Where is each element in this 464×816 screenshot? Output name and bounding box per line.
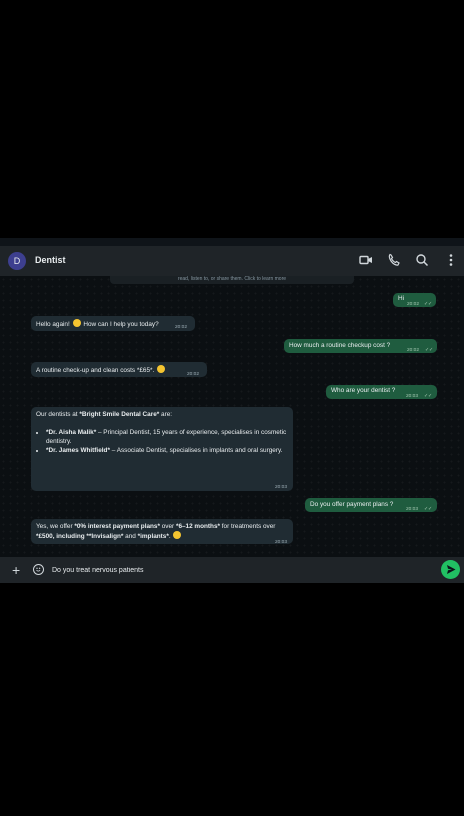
message-time: 20:02 [407,302,420,307]
message-time: 20:02 [187,372,200,377]
search-icon[interactable] [414,252,430,268]
avatar[interactable]: D [8,252,26,270]
chat-header: D Dentist [0,246,464,276]
message-text-part: Hello again! [36,321,70,328]
message-text-part: are: [159,411,173,418]
incoming-message[interactable]: A routine check-up and clean costs *£65*… [31,362,207,377]
encryption-notice[interactable]: read, listen to, or share them. Click to… [110,276,354,284]
phone-icon[interactable] [386,252,402,268]
message-time: 20:03 [406,394,419,399]
dentist-list: *Dr. Aisha Malik* – Principal Dentist, 1… [36,428,288,455]
attach-plus-icon[interactable]: + [12,563,20,577]
outgoing-message[interactable]: Do you offer payment plans ? 20:03 ✓✓ [305,498,437,512]
read-receipt-icon: ✓✓ [424,302,433,307]
message-time: 20:03 [406,507,419,512]
outgoing-message[interactable]: Hi 20:02 ✓✓ [393,293,436,307]
message-input[interactable] [52,563,422,577]
read-receipt-icon: ✓✓ [425,348,434,353]
smile-emoji-icon [72,319,81,327]
video-call-icon[interactable] [358,252,374,268]
message-list[interactable]: read, listen to, or share them. Click to… [0,276,464,557]
message-text: Our dentists at *Bright Smile Dental Car… [36,410,288,455]
message-text-part: over [159,523,176,530]
message-text-part: . [168,533,171,540]
smile-emoji-icon [157,365,166,373]
message-time: 20:02 [407,348,420,353]
message-text-bold: *0% interest payment plans* [74,523,160,530]
message-text: Who are your dentist ? [331,387,396,394]
message-text-part: How can I help you today? [83,321,159,328]
dentist-description: – Associate Dentist, specialises in impl… [109,447,283,454]
chat-app: D Dentist read, listen to, or share them… [0,238,464,583]
message-time: 20:03 [275,485,288,490]
outgoing-message[interactable]: Who are your dentist ? 20:03 ✓✓ [326,385,437,399]
message-text-part: for treatments over [220,523,276,530]
incoming-message[interactable]: Hello again! How can I help you today? 2… [31,316,195,331]
list-item: *Dr. James Whitfield* – Associate Dentis… [46,446,288,455]
message-composer: + [0,557,464,583]
message-text: How much a routine checkup cost ? [289,342,391,349]
emoji-picker-icon[interactable] [33,564,44,575]
message-text-bold: *Bright Smile Dental Care* [79,411,160,418]
contact-name[interactable]: Dentist [35,255,66,265]
smile-emoji-icon [173,531,182,539]
send-icon [447,565,456,574]
message-text-bold: *£500, including **Invisalign* [36,533,124,540]
more-options-icon[interactable] [443,252,459,268]
incoming-message[interactable]: Yes, we offer *0% interest payment plans… [31,519,293,545]
dentist-name: *Dr. James Whitfield* [46,447,110,454]
message-text: Hi [398,295,405,302]
list-item: *Dr. Aisha Malik* – Principal Dentist, 1… [46,428,288,446]
message-text: Hello again! How can I help you today? [36,319,159,329]
message-time: 20:03 [275,540,288,545]
message-text-part: Yes, we offer [36,523,75,530]
smile-face-glyph [36,567,41,572]
message-text-part: A routine check-up and clean costs *£65*… [36,367,155,374]
message-text: Do you offer payment plans ? [310,501,394,508]
message-text-part: Our dentists at [36,411,80,418]
dentist-name: *Dr. Aisha Malik* [46,429,97,436]
message-time: 20:02 [175,325,188,330]
message-text-bold: *6–12 months* [175,523,220,530]
message-text: A routine check-up and clean costs *£65*… [36,365,166,375]
message-intro: Our dentists at *Bright Smile Dental Car… [36,410,288,419]
send-button[interactable] [441,560,460,579]
message-text-bold: *implants* [137,533,169,540]
message-text: Yes, we offer *0% interest payment plans… [36,522,288,541]
message-text-part: and [123,533,138,540]
incoming-message[interactable]: Our dentists at *Bright Smile Dental Car… [31,407,293,491]
read-receipt-icon: ✓✓ [424,507,433,512]
outgoing-message[interactable]: How much a routine checkup cost ? 20:02 … [284,339,437,353]
read-receipt-icon: ✓✓ [424,394,433,399]
